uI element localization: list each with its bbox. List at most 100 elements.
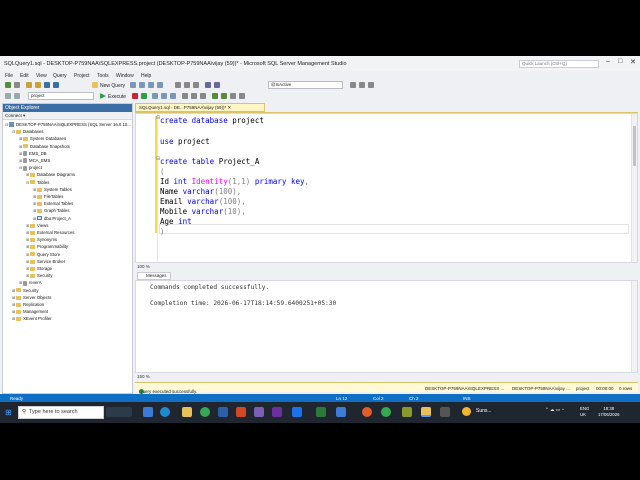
- tree-node[interactable]: ⊟ Tables: [26, 179, 49, 186]
- tree-node[interactable]: ⊞ dbo.Project_A: [33, 215, 71, 222]
- chrome-icon[interactable]: [200, 407, 210, 417]
- menu-window[interactable]: Window: [116, 73, 134, 79]
- dmx-query-icon[interactable]: [139, 82, 145, 88]
- mail-icon[interactable]: [292, 407, 302, 417]
- tree-node[interactable]: ⊟ Databases: [12, 128, 44, 135]
- cut-icon[interactable]: [175, 82, 181, 88]
- find-combo[interactable]: @IsActive: [268, 81, 343, 89]
- tree-node[interactable]: ⊞ Database Diagrams: [26, 171, 75, 178]
- tree-node[interactable]: ⊞ Synonyms: [26, 236, 57, 243]
- redo-icon[interactable]: [214, 82, 220, 88]
- menu-view[interactable]: View: [36, 73, 47, 79]
- quick-launch-input[interactable]: Quick Launch (Ctrl+Q): [519, 60, 599, 68]
- menu-project[interactable]: Project: [74, 73, 90, 79]
- query-options-icon[interactable]: [161, 93, 167, 99]
- maximize-icon[interactable]: □: [618, 58, 622, 65]
- tree-node[interactable]: ⊞ System Databases: [19, 135, 66, 142]
- weather-text[interactable]: Suns...: [476, 408, 492, 414]
- firefox-icon[interactable]: [362, 407, 372, 417]
- word-icon[interactable]: [218, 407, 228, 417]
- editor-zoom-level[interactable]: 100 %: [135, 263, 638, 271]
- system-tray-icons[interactable]: ⌃ ☁ ▭ ◔: [545, 407, 564, 413]
- tree-node[interactable]: ⊞ XEvent Profiler: [12, 315, 52, 322]
- results-to-file-icon[interactable]: [200, 93, 206, 99]
- task-view-icon[interactable]: [143, 407, 153, 417]
- results-to-text-icon[interactable]: [182, 93, 188, 99]
- messages-tab[interactable]: Messages: [137, 272, 171, 280]
- tree-node[interactable]: ⊟ project: [19, 164, 42, 171]
- close-icon[interactable]: ✕: [630, 58, 636, 66]
- language-indicator[interactable]: ENG UK: [580, 406, 589, 418]
- results-to-grid-icon[interactable]: [191, 93, 197, 99]
- save-all-icon[interactable]: [53, 82, 59, 88]
- estimated-plan-icon[interactable]: [152, 93, 158, 99]
- new-query-button[interactable]: New Query: [100, 83, 125, 89]
- mdx-query-icon[interactable]: [130, 82, 136, 88]
- tree-node[interactable]: ⊞ reverA: [19, 279, 42, 286]
- scrollbar-thumb[interactable]: [633, 126, 636, 166]
- save-icon[interactable]: [44, 82, 50, 88]
- open-file-icon[interactable]: [35, 82, 41, 88]
- execute-button[interactable]: Execute: [108, 94, 126, 100]
- minimize-icon[interactable]: –: [606, 58, 610, 65]
- powerpoint-icon[interactable]: [236, 407, 246, 417]
- tree-node[interactable]: ⊞ Security: [26, 272, 53, 279]
- available-databases-combo[interactable]: project: [28, 92, 94, 100]
- comment-icon[interactable]: [212, 93, 218, 99]
- intellisense-icon[interactable]: [170, 93, 176, 99]
- toolbox-icon[interactable]: [368, 82, 374, 88]
- task-view-thumbnail-icon[interactable]: [106, 407, 132, 417]
- visual-studio-icon[interactable]: [272, 407, 282, 417]
- menu-help[interactable]: Help: [141, 73, 151, 79]
- indent-icon[interactable]: [239, 93, 245, 99]
- tree-node[interactable]: ⊞ Query Store: [26, 251, 60, 258]
- tree-node[interactable]: ⊞ FileTables: [33, 193, 63, 200]
- outdent-icon[interactable]: [230, 93, 236, 99]
- uncomment-icon[interactable]: [221, 93, 227, 99]
- editor-vertical-scrollbar[interactable]: [631, 114, 637, 262]
- properties-icon[interactable]: [359, 82, 365, 88]
- forward-icon[interactable]: [14, 82, 20, 88]
- cancel-query-icon[interactable]: [132, 93, 138, 99]
- object-explorer-connect-button[interactable]: Connect ▾: [3, 112, 132, 120]
- chrome-profile-icon[interactable]: [381, 407, 391, 417]
- parse-icon[interactable]: [141, 93, 147, 99]
- new-project-icon[interactable]: [26, 82, 32, 88]
- tree-node[interactable]: ⊞ Views: [26, 222, 48, 229]
- tree-node[interactable]: ⊞ Replication: [12, 301, 44, 308]
- menu-query[interactable]: Query: [53, 73, 67, 79]
- das-query-icon[interactable]: [157, 82, 163, 88]
- file-explorer-icon[interactable]: [182, 407, 192, 417]
- xmla-query-icon[interactable]: [148, 82, 154, 88]
- onenote-icon[interactable]: [254, 407, 264, 417]
- copy-icon[interactable]: [184, 82, 190, 88]
- notepad-icon[interactable]: [402, 407, 412, 417]
- undo-icon[interactable]: [205, 82, 211, 88]
- execute-icon[interactable]: [100, 93, 106, 99]
- windows-start-icon[interactable]: ⊞: [5, 408, 12, 417]
- settings-icon[interactable]: [440, 407, 450, 417]
- tree-node[interactable]: ⊞ System Tables: [33, 186, 72, 193]
- tree-node[interactable]: ⊞ EMS_DB: [19, 150, 47, 157]
- tree-node[interactable]: ⊞ Programmability: [26, 243, 68, 250]
- tree-node[interactable]: ⊞ Graph Tables: [33, 207, 69, 214]
- back-icon[interactable]: [5, 82, 11, 88]
- ssms-taskbar-icon[interactable]: [421, 407, 431, 417]
- taskbar-search-input[interactable]: ⚲ Type here to search: [18, 406, 104, 419]
- tree-node[interactable]: ⊞ External Tables: [33, 200, 73, 207]
- menu-file[interactable]: File: [5, 73, 13, 79]
- tree-node[interactable]: ⊟ DESKTOP-P759NAA\SQLEXPRESS (SQL Server …: [5, 121, 131, 128]
- edge-icon[interactable]: [160, 407, 170, 417]
- tree-node[interactable]: ⊞ Server Objects: [12, 294, 51, 301]
- tree-node[interactable]: ⊞ Storage: [26, 265, 52, 272]
- paste-icon[interactable]: [193, 82, 199, 88]
- document-tab-sqlquery1[interactable]: SQLQuery1.sql - DE...P759NAA\vijay (59))…: [135, 103, 265, 112]
- taskbar-clock[interactable]: 18:38 17/06/2026: [598, 406, 620, 418]
- menu-tools[interactable]: Tools: [97, 73, 109, 79]
- teams-icon[interactable]: [336, 407, 346, 417]
- connect-icon[interactable]: [5, 93, 11, 99]
- tree-node[interactable]: ⊞ External Resources: [26, 229, 75, 236]
- menu-edit[interactable]: Edit: [20, 73, 29, 79]
- tree-node[interactable]: ⊞ Security: [12, 287, 39, 294]
- tree-node[interactable]: ⊞ Management: [12, 308, 48, 315]
